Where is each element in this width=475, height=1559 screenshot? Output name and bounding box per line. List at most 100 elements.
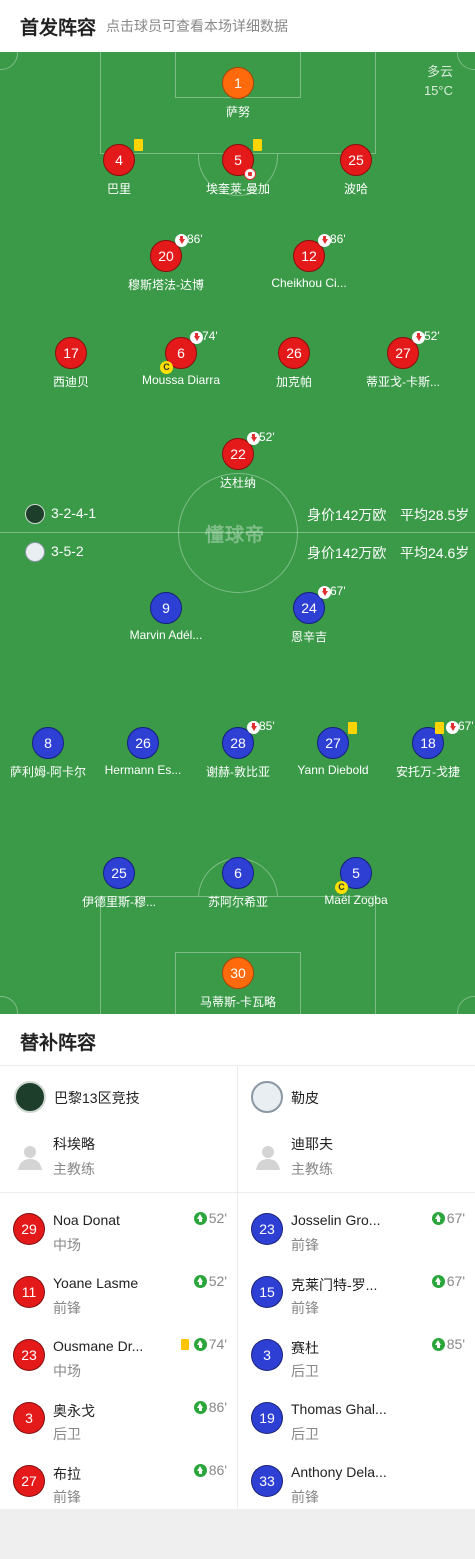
sub-player-row[interactable]: 19 Thomas Ghal... 后卫 [251,1389,471,1444]
home-coach-role: 主教练 [53,1161,95,1177]
player-marker[interactable]: 5 埃奎莱-曼加 [178,139,298,197]
sub-player-number: 15 [251,1276,283,1308]
player-marker[interactable]: 17 西迪贝 [11,337,131,390]
player-name: Moussa Diarra [141,373,221,387]
away-coach[interactable]: 迪耶夫 主教练 [254,1126,464,1186]
player-number: 27 [325,735,341,751]
coach-avatar-icon [256,1146,280,1170]
sub-player-row[interactable]: 11 Yoane Lasme 前锋 52' [13,1263,233,1318]
weather-condition: 多云 [426,64,453,79]
player-marker[interactable]: 18 67' 安托万-戈捷 [368,719,475,780]
player-number-badge: 25 [340,144,372,176]
sub-player-position: 前锋 [53,1489,81,1505]
player-number: 26 [286,345,302,361]
sub-player-number: 27 [13,1465,45,1497]
player-number-badge: 22 52' [222,430,275,470]
player-name: 加克帕 [275,375,312,389]
player-number: 6 [177,345,185,361]
player-marker[interactable]: 5 C Maël Zogba [296,857,416,907]
substitutes-title: 替补阵容 [20,1033,97,1054]
home-team-info: 3-2-4-1 身价142万欧 平均28.5岁 [0,502,475,526]
player-number: 30 [230,965,246,981]
player-marker[interactable]: 12 86' Cheikhou Ci... [249,232,369,290]
home-formation: 3-2-4-1 [51,505,97,521]
sub-player-name: Josselin Gro... [291,1212,381,1228]
away-team-info: 3-5-2 身价142万欧 平均24.6岁 [0,540,475,564]
sub-player-position: 中场 [53,1363,81,1379]
sub-player-position: 后卫 [53,1426,81,1442]
sub-player-row[interactable]: 33 Anthony Dela... 前锋 [251,1452,471,1507]
player-number-badge: 18 67' [412,719,474,759]
sub-player-number: 29 [13,1213,45,1245]
sub-off-time: 86' [187,232,203,246]
sub-on-time: 85' [431,1336,465,1352]
player-marker[interactable]: 1 萨努 [178,67,298,120]
yellow-card-icon [348,722,357,734]
sub-off-time: 52' [424,329,440,343]
sub-player-row[interactable]: 23 Josselin Gro... 前锋 67' [251,1200,471,1255]
player-name: Maël Zogba [324,893,388,907]
sub-off-time: 67' [330,584,346,598]
player-number: 24 [301,600,317,616]
yellow-card-icon [253,139,262,151]
player-number: 1 [234,75,242,91]
sub-player-row[interactable]: 27 布拉 前锋 86' [13,1452,233,1507]
sub-player-number: 33 [251,1465,283,1497]
player-number-badge: 17 [55,337,87,369]
player-number-badge: 5C [335,857,372,894]
player-number-badge: 26 [278,337,310,369]
sub-player-row[interactable]: 23 Ousmane Dr... 中场 74' [13,1326,233,1381]
sub-player-row[interactable]: 3 奥永戈 后卫 86' [13,1389,233,1444]
captain-badge: C [335,881,348,894]
sub-player-number: 3 [13,1402,45,1434]
player-name: 伊德里斯-穆... [82,895,156,909]
player-name: 苏阿尔希亚 [207,895,268,909]
sub-on-time: 52' [193,1210,227,1226]
sub-player-row[interactable]: 29 Noa Donat 中场 52' [13,1200,233,1255]
away-team-logo-icon [25,542,45,562]
sub-player-name: Noa Donat [53,1212,120,1228]
player-number-badge: 6 74' C [160,329,218,374]
player-number: 27 [395,345,411,361]
sub-player-name: Thomas Ghal... [291,1401,387,1417]
away-team-name: 勒皮 [291,1090,319,1106]
player-marker[interactable]: 30 马蒂斯-卡瓦略 [178,957,298,1010]
player-number-badge: 6 [222,857,254,889]
player-marker[interactable]: 24 67' 恩辛吉 [249,584,369,645]
sub-player-row[interactable]: 3 赛杜 后卫 85' [251,1326,471,1381]
player-name: 穆斯塔法-达博 [128,278,204,292]
coach-avatar-icon [18,1146,42,1170]
player-number: 18 [420,735,436,751]
player-marker[interactable]: 25 波哈 [296,144,416,197]
player-number: 9 [162,600,170,616]
sub-on-icon [431,1337,445,1351]
player-number-badge: 1 [222,67,254,99]
away-team-value: 身价142万欧 [307,545,387,561]
player-number: 28 [230,735,246,751]
home-team-value: 身价142万欧 [307,507,387,523]
player-marker[interactable]: 9 Marvin Adél... [106,592,226,642]
sub-on-time: 74' [180,1336,227,1352]
sub-player-number: 23 [13,1339,45,1371]
away-team-logo-icon [251,1081,283,1113]
player-marker[interactable]: 27 52' 蒂亚戈-卡斯... [343,329,463,390]
home-coach[interactable]: 科埃略 主教练 [16,1126,226,1186]
player-marker[interactable]: 20 86' 穆斯塔法-达博 [106,232,226,293]
sub-player-row[interactable]: 15 克莱门特-罗... 前锋 67' [251,1263,471,1318]
player-number-badge: 12 86' [293,232,346,272]
player-name: 达杜纳 [219,476,256,490]
player-marker[interactable]: 6 74' C Moussa Diarra [121,329,241,387]
sub-player-position: 前锋 [291,1237,319,1253]
player-marker[interactable]: 6 苏阿尔希亚 [178,857,298,910]
lineup-subtitle: 点击球员可查看本场详细数据 [106,18,288,34]
player-marker[interactable]: 4 巴里 [59,139,179,197]
player-name: 恩辛吉 [290,630,327,644]
player-number-badge: 27 [317,722,357,759]
player-marker[interactable]: 22 52' 达杜纳 [178,430,298,491]
player-name: 萨努 [225,105,250,119]
sub-player-number: 3 [251,1339,283,1371]
player-marker[interactable]: 26 加克帕 [234,337,354,390]
player-name: 安托万-戈捷 [396,765,460,779]
player-marker[interactable]: 25 伊德里斯-穆... [59,857,179,910]
home-team-logo-icon [14,1081,46,1113]
